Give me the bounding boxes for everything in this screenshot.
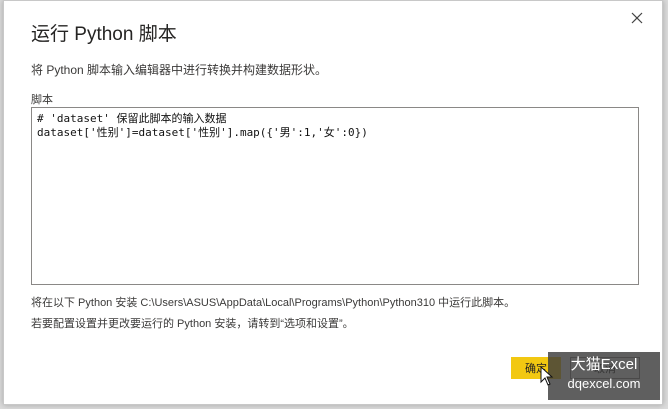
mouse-cursor-icon [540, 366, 554, 386]
run-python-script-dialog: 运行 Python 脚本 将 Python 脚本输入编辑器中进行转换并构建数据形… [3, 0, 663, 405]
script-line: dataset['性别']=dataset['性别'].map({'男':1,'… [37, 126, 368, 139]
script-line: # 'dataset' 保留此脚本的输入数据 [37, 112, 227, 125]
settings-note: 若要配置设置并更改要运行的 Python 安装，请转到“选项和设置”。 [31, 318, 354, 330]
script-label: 脚本 [31, 94, 53, 106]
close-button[interactable] [626, 7, 648, 29]
dialog-title: 运行 Python 脚本 [31, 24, 177, 45]
watermark: 大猫Excel dqexcel.com [548, 352, 660, 400]
close-icon [631, 12, 643, 24]
script-editor[interactable]: # 'dataset' 保留此脚本的输入数据 dataset['性别']=dat… [31, 107, 639, 285]
watermark-title: 大猫Excel [570, 356, 638, 373]
dialog-description: 将 Python 脚本输入编辑器中进行转换并构建数据形状。 [31, 63, 328, 77]
python-install-note: 将在以下 Python 安装 C:\Users\ASUS\AppData\Loc… [31, 297, 516, 309]
watermark-url: dqexcel.com [567, 376, 641, 391]
